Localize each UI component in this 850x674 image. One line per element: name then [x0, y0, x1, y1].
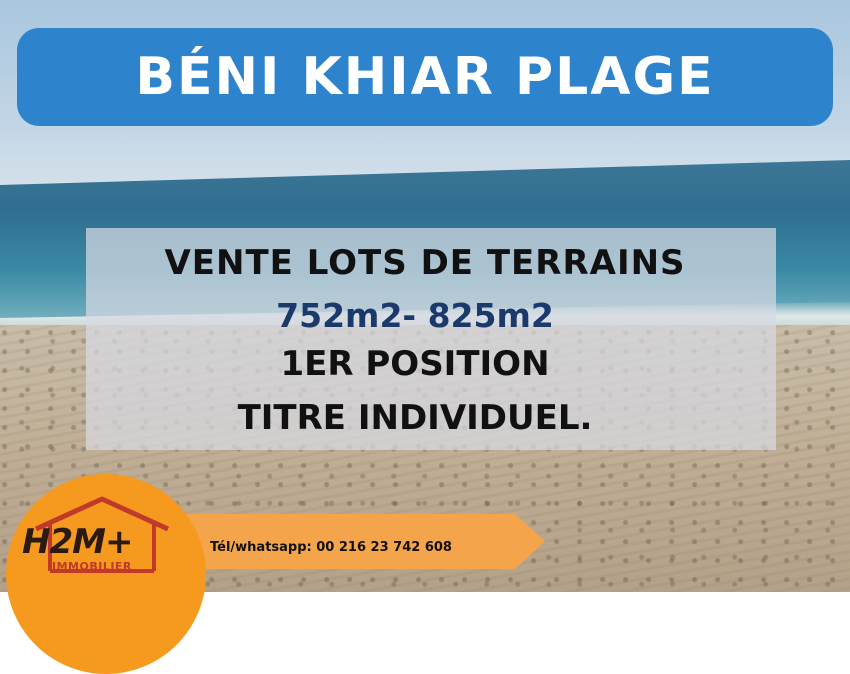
- sale-headline: VENTE LOTS DE TERRAINS: [164, 243, 686, 283]
- position-text: 1ER POSITION: [280, 344, 550, 384]
- logo-subtitle: IMMOBILIER: [52, 560, 132, 573]
- contact-phone: Tél/whatsapp: 00 216 23 742 608: [210, 540, 452, 555]
- title-banner: BÉNI KHIAR PLAGE: [17, 28, 833, 126]
- page-title: BÉNI KHIAR PLAGE: [135, 47, 715, 107]
- logo-wordmark: H2M+: [22, 522, 133, 562]
- area-range: 752m2- 825m2: [276, 296, 554, 335]
- title-deed-text: TITRE INDIVIDUEL.: [237, 398, 593, 438]
